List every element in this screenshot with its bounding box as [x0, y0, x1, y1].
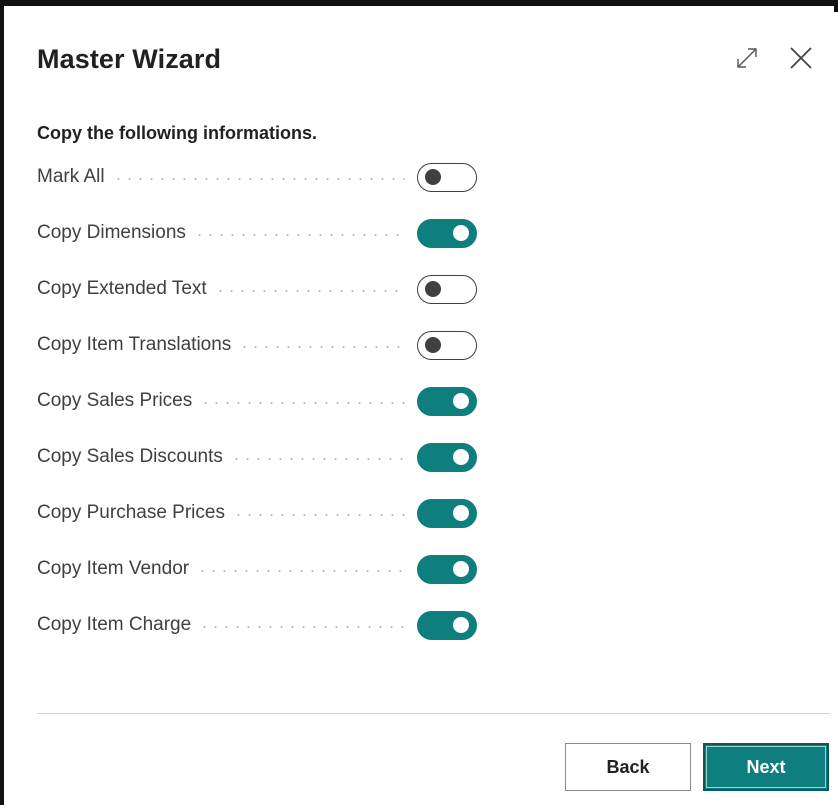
- option-row-copy-purchase-prices: Copy Purchase Prices: [37, 485, 477, 541]
- toggle-knob: [425, 281, 441, 297]
- mark-all-toggle[interactable]: [417, 162, 477, 192]
- toggle-knob: [453, 225, 469, 241]
- option-label: Copy Purchase Prices: [37, 502, 233, 524]
- toggle-knob: [453, 561, 469, 577]
- dialog-title: Master Wizard: [37, 44, 222, 74]
- option-label: Copy Item Vendor: [37, 558, 198, 580]
- close-icon: [788, 45, 814, 76]
- toggle-knob: [453, 505, 469, 521]
- option-label: Copy Item Translations: [37, 334, 240, 356]
- option-row-copy-extended-text: Copy Extended Text: [37, 261, 477, 317]
- dotted-leader: [193, 234, 405, 236]
- option-row-copy-item-charge: Copy Item Charge: [37, 597, 477, 653]
- toggle-knob: [425, 337, 441, 353]
- option-label: Copy Item Charge: [37, 614, 200, 636]
- toggle-knob: [453, 393, 469, 409]
- toggle-knob: [453, 449, 469, 465]
- copy-sales-prices-toggle[interactable]: [417, 386, 477, 416]
- option-row-copy-sales-prices: Copy Sales Prices: [37, 373, 477, 429]
- toggle-knob: [453, 617, 469, 633]
- dotted-leader: [239, 346, 405, 348]
- dotted-leader: [197, 570, 405, 572]
- copy-item-translations-toggle[interactable]: [417, 330, 477, 360]
- option-label: Copy Sales Discounts: [37, 446, 231, 468]
- option-label: Copy Dimensions: [37, 222, 194, 244]
- dotted-leader: [200, 402, 405, 404]
- window-frame: Master Wizard Copy the following informa…: [0, 0, 838, 811]
- dotted-leader: [112, 178, 405, 180]
- dotted-leader: [230, 458, 405, 460]
- section-heading: Copy the following informations.: [37, 123, 317, 143]
- dotted-leader: [214, 290, 405, 292]
- dotted-leader: [232, 514, 405, 516]
- copy-sales-discounts-toggle[interactable]: [417, 442, 477, 472]
- option-row-copy-item-translations: Copy Item Translations: [37, 317, 477, 373]
- next-button[interactable]: Next: [703, 743, 829, 791]
- copy-dimensions-toggle[interactable]: [417, 218, 477, 248]
- option-row-copy-dimensions: Copy Dimensions: [37, 205, 477, 261]
- dotted-leader: [199, 626, 405, 628]
- expand-button[interactable]: [729, 42, 765, 78]
- option-row-copy-sales-discounts: Copy Sales Discounts: [37, 429, 477, 485]
- option-row-copy-item-vendor: Copy Item Vendor: [37, 541, 477, 597]
- option-label: Copy Extended Text: [37, 278, 215, 300]
- option-row-mark-all: Mark All: [37, 149, 477, 205]
- footer-divider: [37, 713, 830, 714]
- toggle-knob: [425, 169, 441, 185]
- master-wizard-dialog: Master Wizard Copy the following informa…: [8, 12, 838, 811]
- back-button[interactable]: Back: [565, 743, 691, 791]
- options-list: Mark All Copy Dimensions Copy Extended T…: [37, 149, 477, 653]
- close-button[interactable]: [783, 42, 819, 78]
- option-label: Mark All: [37, 166, 113, 188]
- copy-purchase-prices-toggle[interactable]: [417, 498, 477, 528]
- copy-item-charge-toggle[interactable]: [417, 610, 477, 640]
- copy-item-vendor-toggle[interactable]: [417, 554, 477, 584]
- option-label: Copy Sales Prices: [37, 390, 201, 412]
- copy-extended-text-toggle[interactable]: [417, 274, 477, 304]
- expand-diagonal-icon: [735, 46, 759, 75]
